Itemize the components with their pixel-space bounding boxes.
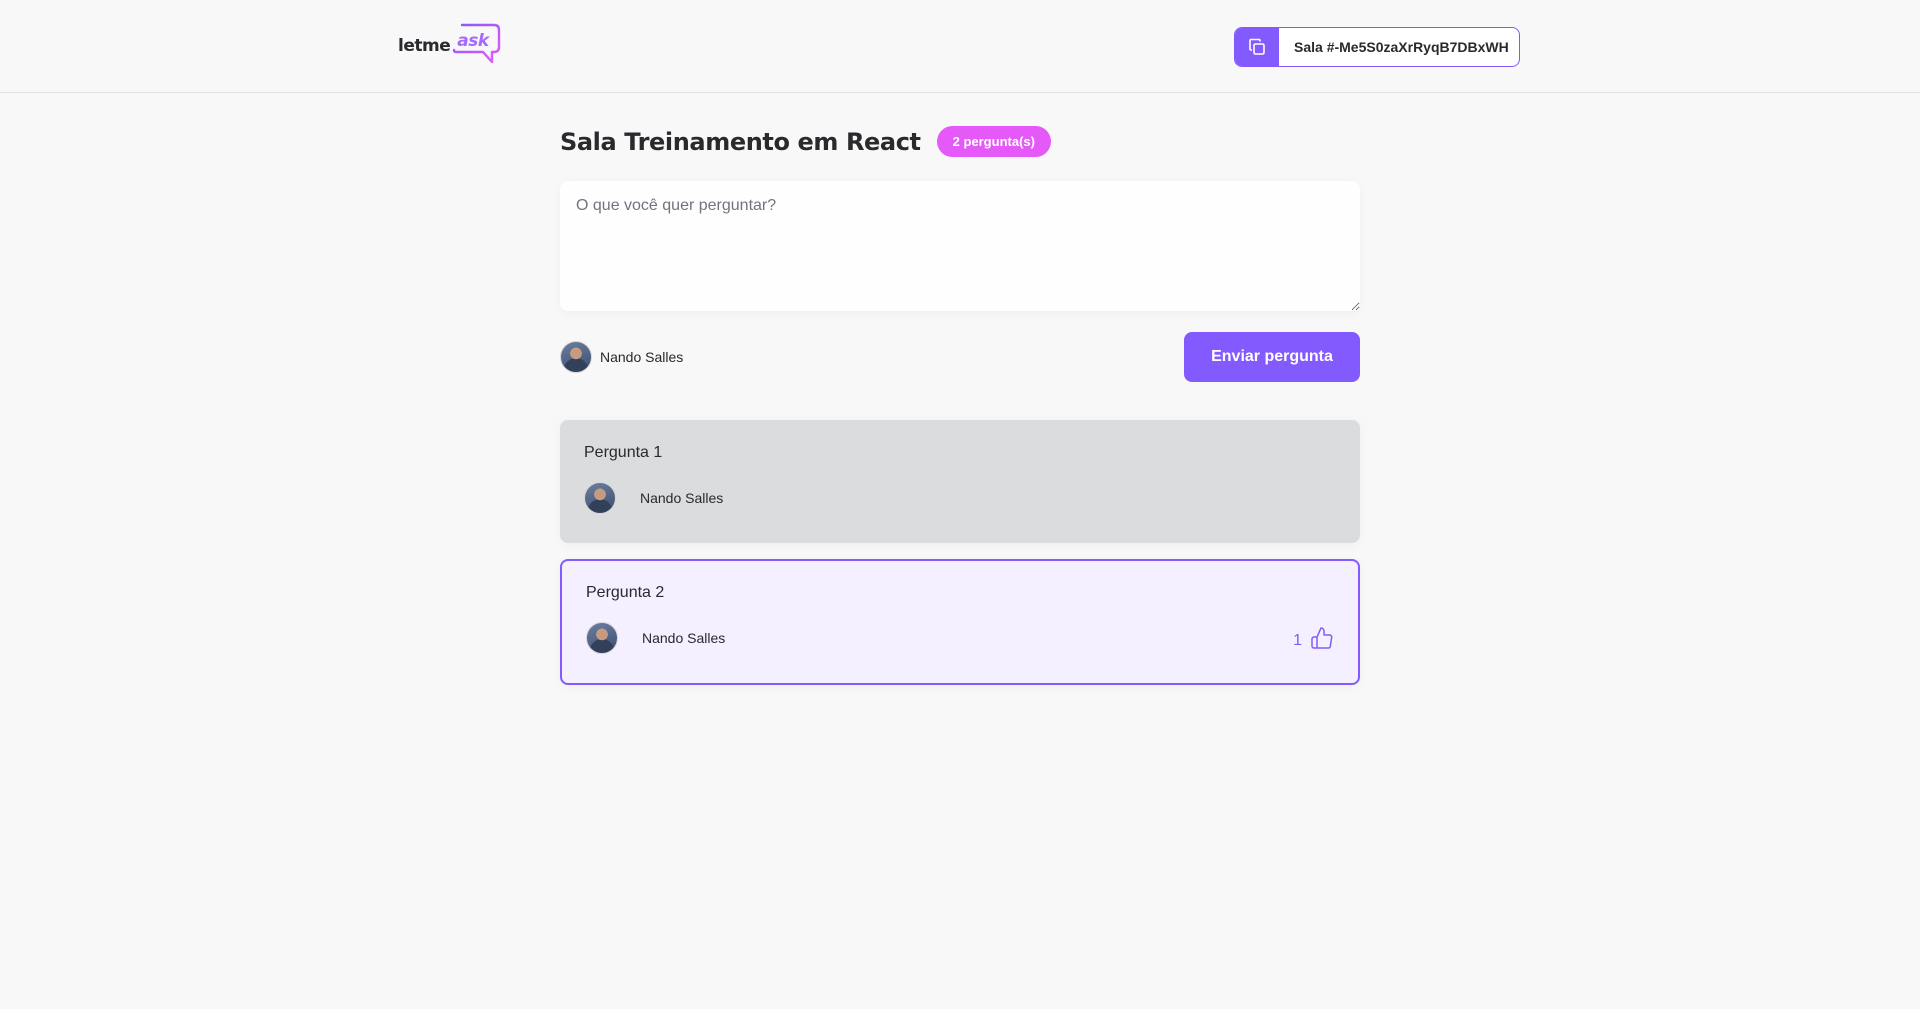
main-content: Sala Treinamento em React 2 pergunta(s) … [560,93,1360,701]
question-list: Pergunta 1 Nando Salles Pergunta 2 Nando… [560,420,1360,685]
question-author: Nando Salles [586,622,725,654]
logo-bubble: ask [452,22,502,68]
avatar [584,482,616,514]
room-code-text: Sala #-Me5S0zaXrRyqB7DBxWH [1294,39,1509,55]
like-button[interactable]: 1 [1293,626,1334,650]
page-title: Sala Treinamento em React [560,127,921,156]
question-count-badge: 2 pergunta(s) [936,126,1051,157]
page-header: letme ask Sala #-Me5S0zaXrRyqB7DBxWH [0,0,1920,93]
send-question-button[interactable]: Enviar pergunta [1184,332,1360,382]
author-name: Nando Salles [642,630,726,646]
author-name: Nando Salles [640,490,724,506]
letmeask-logo: letme ask [398,22,502,68]
question-author: Nando Salles [584,482,723,514]
question-footer: Nando Salles [584,482,1336,514]
question-card-answered: Pergunta 1 Nando Salles [560,420,1360,543]
avatar [560,341,592,373]
current-user: Nando Salles [560,341,683,373]
like-count: 1 [1293,632,1302,649]
question-card-highlighted: Pergunta 2 Nando Salles 1 [560,559,1360,685]
form-footer: Nando Salles Enviar pergunta [560,332,1360,382]
question-input[interactable] [560,181,1360,311]
logo-text: letme [398,36,451,56]
room-title-row: Sala Treinamento em React 2 pergunta(s) [560,126,1360,157]
copy-icon [1235,28,1279,66]
user-name: Nando Salles [600,349,684,365]
question-content: Pergunta 2 [586,584,665,601]
question-form: Nando Salles Enviar pergunta [560,157,1360,382]
avatar [586,622,618,654]
room-code-button[interactable]: Sala #-Me5S0zaXrRyqB7DBxWH [1234,27,1520,67]
question-content: Pergunta 1 [584,444,663,461]
logo-accent: ask [457,31,489,51]
thumbs-up-icon [1311,627,1333,649]
question-footer: Nando Salles 1 [586,622,1334,654]
